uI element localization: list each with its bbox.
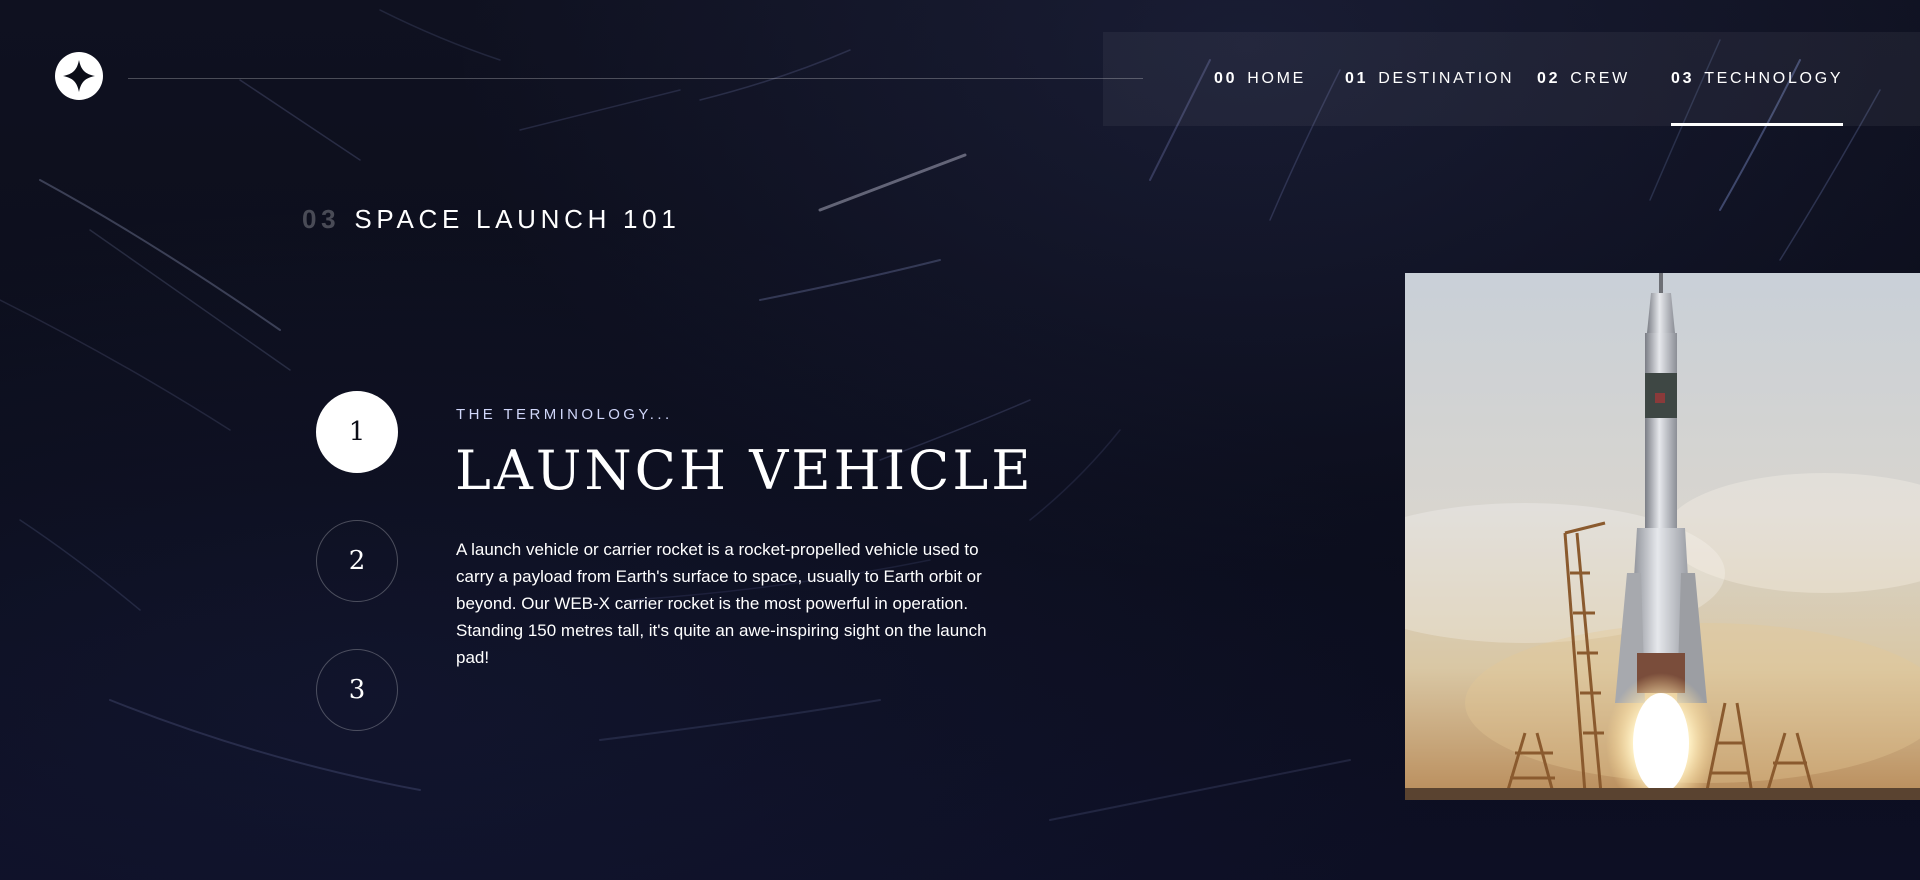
nav-item-number: 01: [1345, 70, 1369, 87]
nav-item-technology[interactable]: 03 TECHNOLOGY: [1671, 32, 1844, 126]
content-description: A launch vehicle or carrier rocket is a …: [456, 540, 987, 667]
nav-item-label: TECHNOLOGY: [1704, 70, 1844, 87]
nav-item-label: CREW: [1570, 70, 1630, 87]
star-icon: [59, 56, 99, 96]
step-number: 3: [348, 675, 366, 705]
nav-item-number: 02: [1537, 70, 1561, 87]
page-title-number: 03: [302, 204, 341, 234]
content-title: LAUNCH VEHICLE: [455, 439, 1034, 502]
logo[interactable]: [55, 52, 103, 100]
nav-item-destination[interactable]: 01 DESTINATION: [1345, 32, 1514, 126]
step-number: 1: [348, 417, 366, 447]
main-nav: 00 HOME 01 DESTINATION 02 CREW 03 TECHNO…: [1103, 32, 1920, 126]
nav-item-home[interactable]: 00 HOME: [1214, 32, 1306, 126]
page-title-text: SPACE LAUNCH 101: [354, 204, 681, 234]
nav-item-crew[interactable]: 02 CREW: [1537, 32, 1630, 126]
step-button-2[interactable]: 2: [316, 520, 398, 602]
launch-vehicle-image: [1405, 273, 1920, 800]
nav-item-number: 00: [1214, 70, 1238, 87]
step-button-3[interactable]: 3: [316, 649, 398, 731]
content-eyebrow: THE TERMINOLOGY...: [456, 406, 673, 423]
page-title: 03 SPACE LAUNCH 101: [302, 204, 680, 235]
nav-item-label: DESTINATION: [1378, 70, 1515, 87]
nav-item-number: 03: [1671, 70, 1695, 87]
step-number: 2: [348, 546, 366, 576]
nav-item-label: HOME: [1247, 70, 1307, 87]
header-divider: [128, 78, 1143, 79]
step-button-1[interactable]: 1: [316, 391, 398, 473]
